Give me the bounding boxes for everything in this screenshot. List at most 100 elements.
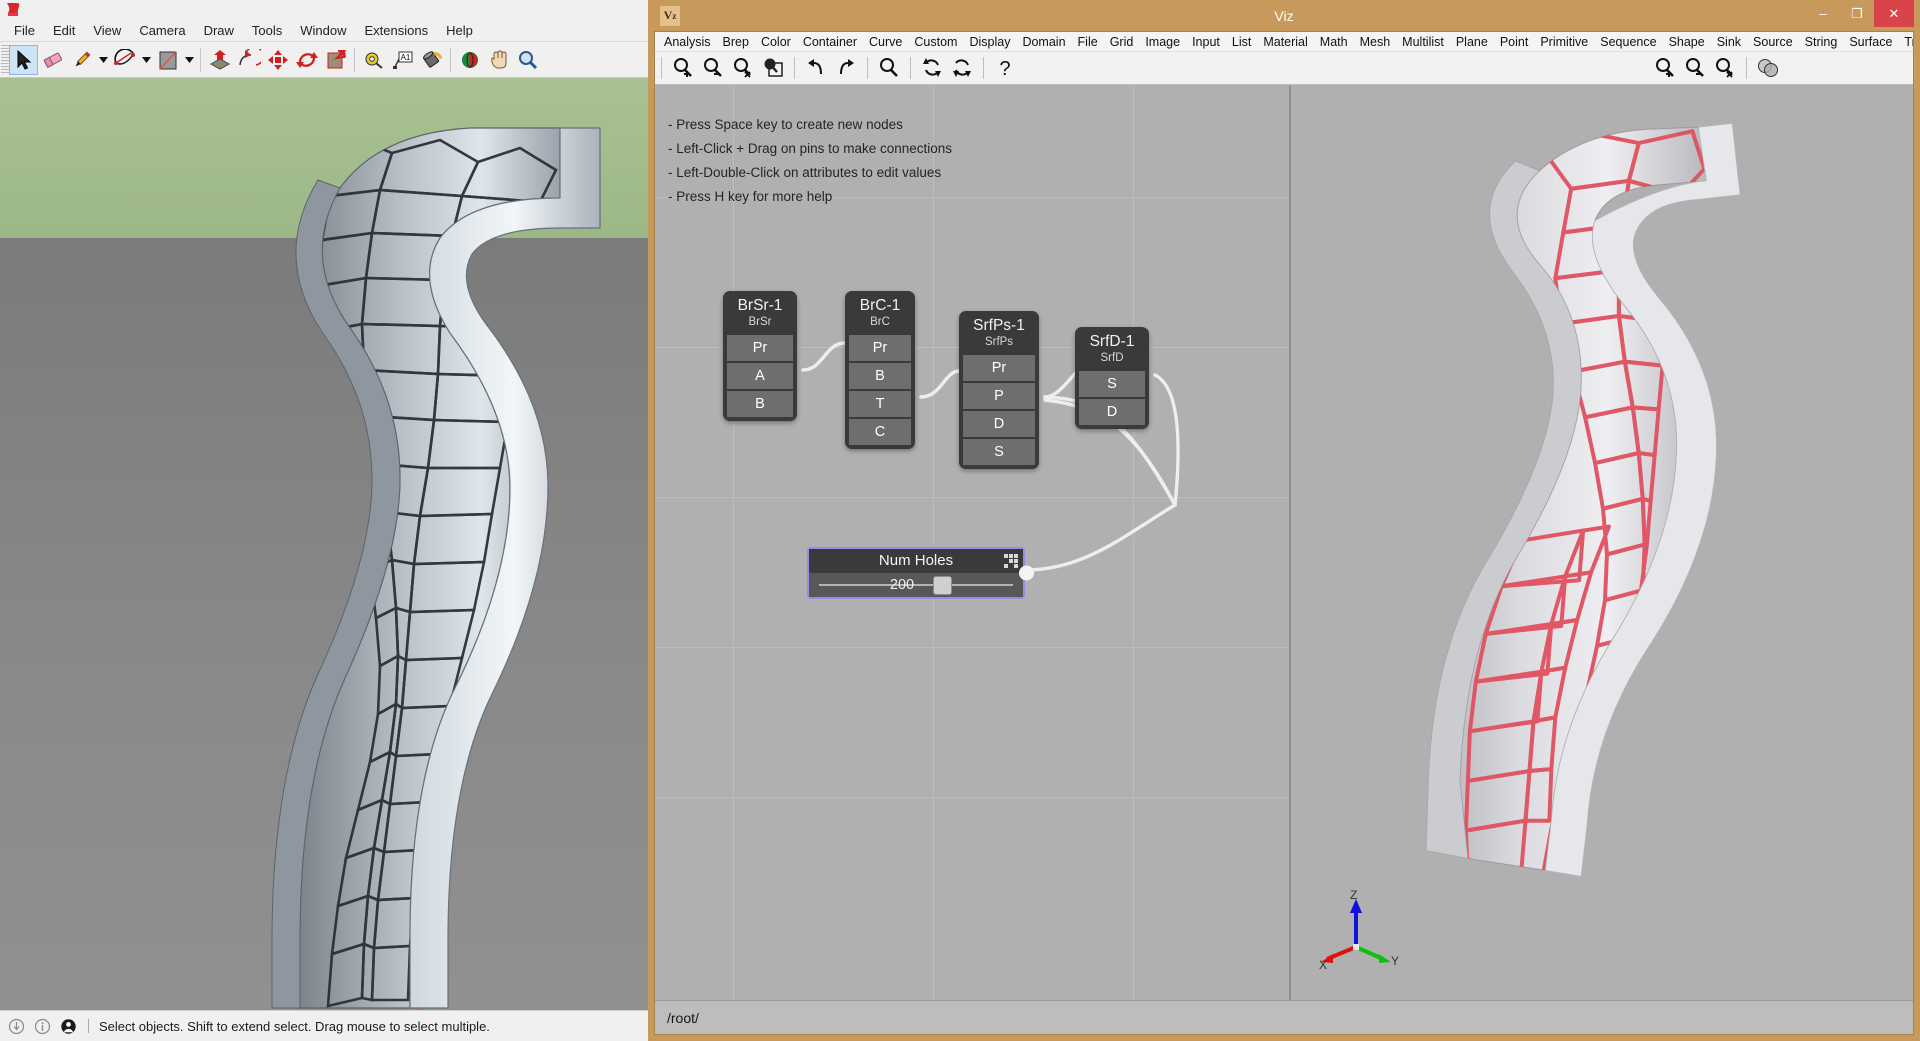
viz-titlebar[interactable]: Vz Viz – ❐ ✕ <box>654 0 1914 31</box>
viz-menu-brep[interactable]: Brep <box>717 34 755 50</box>
node-attr-pr[interactable]: Pr <box>727 335 793 361</box>
node-num-holes[interactable]: Num Holes 200 <box>807 547 1025 599</box>
slider-value[interactable]: 200 <box>781 577 1023 593</box>
reload-button[interactable] <box>947 53 977 83</box>
sketchup-viewport[interactable] <box>0 78 648 1010</box>
viz-menu-domain[interactable]: Domain <box>1016 34 1071 50</box>
viz-menu-point[interactable]: Point <box>1494 34 1535 50</box>
node-attr-d[interactable]: D <box>963 411 1035 437</box>
node-attr-p[interactable]: P <box>963 383 1035 409</box>
viz-menu-file[interactable]: File <box>1072 34 1104 50</box>
help-button[interactable]: ? <box>990 53 1020 83</box>
rectangle-tool-dropdown-arrow[interactable] <box>182 45 196 75</box>
slider-header[interactable]: Num Holes <box>809 549 1023 573</box>
viz-menu-math[interactable]: Math <box>1314 34 1354 50</box>
viz-menu-input[interactable]: Input <box>1186 34 1226 50</box>
maximize-button[interactable]: ❐ <box>1840 0 1874 27</box>
node-brc-1[interactable]: BrC-1 BrC Pr B T C <box>845 291 915 449</box>
viz-menu-container[interactable]: Container <box>797 34 863 50</box>
node-attr-s[interactable]: S <box>963 439 1035 465</box>
zoom-reset-button[interactable] <box>728 53 758 83</box>
shading-toggle-button[interactable] <box>1753 53 1783 83</box>
sketchup-menubar[interactable]: File Edit View Camera Draw Tools Window … <box>0 20 648 42</box>
resize-grip-icon[interactable] <box>1004 554 1018 568</box>
info-icon[interactable] <box>34 1018 51 1035</box>
viz-menu-image[interactable]: Image <box>1139 34 1186 50</box>
node-attr-a[interactable]: A <box>727 363 793 389</box>
su-menu-extensions[interactable]: Extensions <box>356 21 438 40</box>
viz-menu-display[interactable]: Display <box>963 34 1016 50</box>
su-menu-draw[interactable]: Draw <box>195 21 243 40</box>
viz-menu-sequence[interactable]: Sequence <box>1594 34 1662 50</box>
redo-button[interactable] <box>831 53 861 83</box>
viz-menu-color[interactable]: Color <box>755 34 797 50</box>
node-srfps-1[interactable]: SrfPs-1 SrfPs Pr P D S <box>959 311 1039 469</box>
viz-menu-plane[interactable]: Plane <box>1450 34 1494 50</box>
viz-menu-sink[interactable]: Sink <box>1711 34 1747 50</box>
line-tool-button[interactable] <box>67 45 96 75</box>
text-tool-button[interactable]: A1 <box>388 45 417 75</box>
zoom-fit-button[interactable] <box>758 53 788 83</box>
su-menu-edit[interactable]: Edit <box>44 21 84 40</box>
viz-menu-custom[interactable]: Custom <box>908 34 963 50</box>
output-pin[interactable] <box>1019 566 1034 581</box>
close-button[interactable]: ✕ <box>1874 0 1914 27</box>
pushpull-tool-button[interactable] <box>205 45 234 75</box>
node-brsr-1[interactable]: BrSr-1 BrSr Pr A B <box>723 291 797 421</box>
geo-location-icon[interactable] <box>8 1018 25 1035</box>
su-menu-file[interactable]: File <box>5 21 44 40</box>
viz-menu-mesh[interactable]: Mesh <box>1354 34 1397 50</box>
paint-bucket-tool-button[interactable] <box>417 45 446 75</box>
zoom-out-button[interactable] <box>698 53 728 83</box>
node-attr-c[interactable]: C <box>849 419 911 445</box>
node-attr-t[interactable]: T <box>849 391 911 417</box>
tape-measure-tool-button[interactable] <box>359 45 388 75</box>
su-menu-view[interactable]: View <box>84 21 130 40</box>
node-attr-d[interactable]: D <box>1079 399 1145 425</box>
slider-knob[interactable] <box>933 576 952 595</box>
account-avatar-icon[interactable] <box>60 1018 77 1035</box>
viz-menubar[interactable]: Analysis Brep Color Container Curve Cust… <box>655 32 1913 52</box>
toolbar-grip[interactable] <box>1 45 9 75</box>
view-zoom-in-button[interactable] <box>1650 53 1680 83</box>
move-tool-button[interactable] <box>263 45 292 75</box>
rotate-tool-button[interactable] <box>292 45 321 75</box>
minimize-button[interactable]: – <box>1806 0 1840 27</box>
slider-row[interactable]: 200 <box>809 573 1023 597</box>
pan-tool-button[interactable] <box>484 45 513 75</box>
viz-3d-viewport[interactable]: X Y Z <box>1291 85 1913 1000</box>
viz-menu-shape[interactable]: Shape <box>1663 34 1711 50</box>
eraser-tool-button[interactable] <box>38 45 67 75</box>
viz-menu-source[interactable]: Source <box>1747 34 1799 50</box>
viz-menu-string[interactable]: String <box>1799 34 1844 50</box>
view-zoom-reset-button[interactable] <box>1710 53 1740 83</box>
arc-tool-button[interactable] <box>110 45 139 75</box>
rectangle-tool-button[interactable] <box>153 45 182 75</box>
node-attr-pr[interactable]: Pr <box>963 355 1035 381</box>
node-attr-b[interactable]: B <box>849 363 911 389</box>
scale-tool-button[interactable] <box>321 45 350 75</box>
su-menu-camera[interactable]: Camera <box>130 21 194 40</box>
node-attr-s[interactable]: S <box>1079 371 1145 397</box>
zoom-tool-button[interactable] <box>513 45 542 75</box>
select-tool-button[interactable] <box>9 45 38 75</box>
arc-tool-dropdown-arrow[interactable] <box>139 45 153 75</box>
su-menu-window[interactable]: Window <box>291 21 355 40</box>
su-menu-help[interactable]: Help <box>437 21 482 40</box>
voronoi-chair-render[interactable] <box>1291 85 1913 1000</box>
node-attr-pr[interactable]: Pr <box>849 335 911 361</box>
viz-menu-list[interactable]: List <box>1226 34 1257 50</box>
undo-button[interactable] <box>801 53 831 83</box>
viz-menu-primitive[interactable]: Primitive <box>1534 34 1594 50</box>
node-attr-b[interactable]: B <box>727 391 793 417</box>
viz-menu-curve[interactable]: Curve <box>863 34 908 50</box>
viz-window-controls[interactable]: – ❐ ✕ <box>1806 0 1914 31</box>
viz-menu-material[interactable]: Material <box>1257 34 1313 50</box>
viz-menu-multilist[interactable]: Multilist <box>1396 34 1450 50</box>
node-graph-editor[interactable]: - Press Space key to create new nodes - … <box>655 85 1291 1000</box>
node-srfd-1[interactable]: SrfD-1 SrfD S D <box>1075 327 1149 429</box>
followme-tool-button[interactable] <box>234 45 263 75</box>
view-zoom-out-button[interactable] <box>1680 53 1710 83</box>
su-menu-tools[interactable]: Tools <box>243 21 291 40</box>
line-tool-dropdown-arrow[interactable] <box>96 45 110 75</box>
